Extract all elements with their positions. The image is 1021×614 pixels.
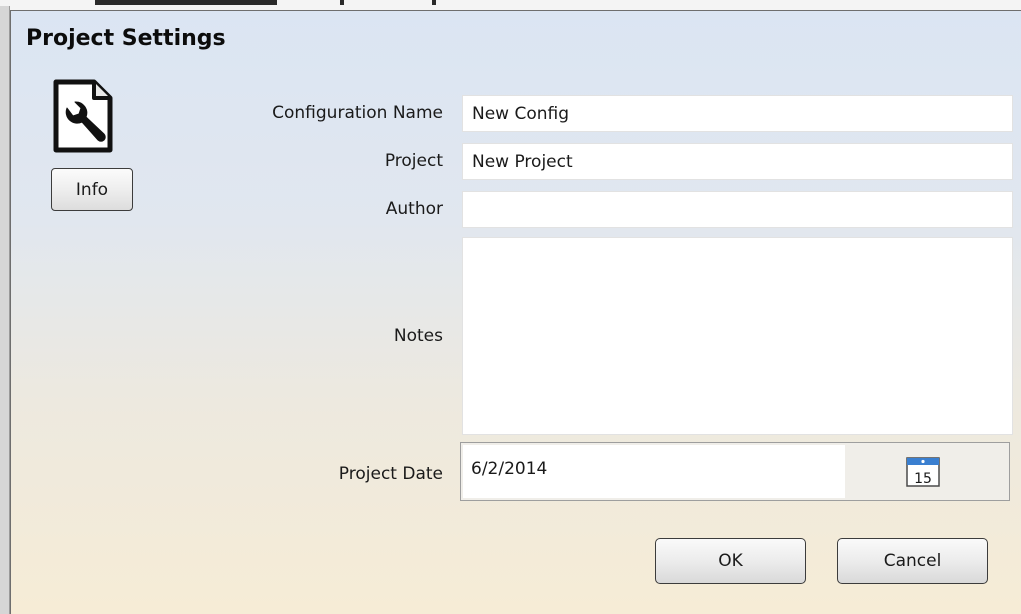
configuration-name-label: Configuration Name (272, 103, 443, 123)
project-field[interactable] (462, 143, 1013, 180)
window-frame: Project Settings Info Configuration Name… (0, 0, 1021, 614)
info-button[interactable]: Info (51, 168, 133, 211)
configuration-name-field[interactable] (462, 95, 1013, 132)
calendar-day: 15 (914, 471, 932, 487)
background-line (340, 0, 344, 5)
background-line (95, 0, 277, 5)
author-label: Author (385, 199, 443, 219)
settings-document-icon (53, 79, 113, 153)
notes-label: Notes (393, 326, 443, 346)
background-edge (0, 6, 10, 614)
calendar-icon[interactable]: 15 (906, 455, 940, 487)
author-field[interactable] (462, 191, 1013, 228)
project-date-picker: 6/2/2014 15 (460, 442, 1010, 501)
ok-button[interactable]: OK (655, 538, 806, 584)
notes-field[interactable] (462, 237, 1013, 435)
dialog-title: Project Settings (26, 26, 226, 51)
background-line (432, 0, 436, 5)
project-label: Project (384, 151, 443, 171)
project-date-label: Project Date (338, 464, 443, 484)
cancel-button[interactable]: Cancel (837, 538, 988, 584)
project-date-field[interactable]: 6/2/2014 (463, 445, 845, 498)
